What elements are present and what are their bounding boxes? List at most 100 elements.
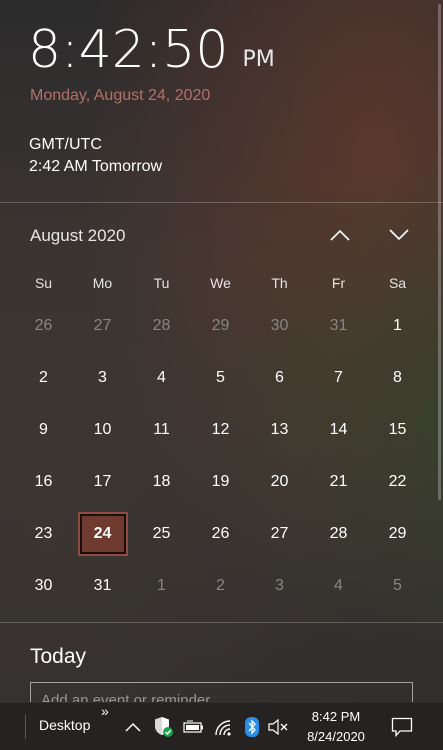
calendar-day[interactable]: 22 — [368, 456, 427, 508]
calendar-day[interactable]: 15 — [368, 404, 427, 456]
calendar-day[interactable]: 3 — [250, 560, 309, 612]
weekday-label: Th — [271, 275, 288, 291]
battery-icon — [183, 720, 203, 733]
calendar-day[interactable]: 30 — [250, 300, 309, 352]
security-tray-button[interactable] — [152, 715, 174, 739]
toolbar-expand-button[interactable]: » — [101, 703, 109, 719]
calendar-day-number: 5 — [393, 577, 402, 594]
calendar-day[interactable]: 23 — [14, 508, 73, 560]
taskbar-clock[interactable]: 8:42 PM 8/24/2020 — [296, 707, 376, 747]
divider — [0, 622, 443, 623]
calendar-day[interactable]: 25 — [132, 508, 191, 560]
calendar-day[interactable]: 20 — [250, 456, 309, 508]
calendar-day[interactable]: 31 — [309, 300, 368, 352]
calendar-day[interactable]: 1 — [368, 300, 427, 352]
calendar-day-number: 23 — [34, 525, 53, 542]
calendar-day[interactable]: 6 — [250, 352, 309, 404]
agenda-heading: Today — [30, 645, 87, 668]
previous-month-button[interactable] — [323, 220, 357, 250]
calendar-grid: Su Mo Tu We Th Fr Sa 26 27 28 29 30 31 1 2 3 4 5 6 7 8 9 10 11… — [14, 266, 428, 612]
calendar-day-today[interactable]: 24 — [73, 508, 132, 560]
calendar-day[interactable]: 29 — [368, 508, 427, 560]
calendar-week-row: 23 24 25 26 27 28 29 — [14, 508, 428, 560]
calendar-day[interactable]: 27 — [250, 508, 309, 560]
calendar-day[interactable]: 3 — [73, 352, 132, 404]
calendar-day[interactable]: 28 — [132, 300, 191, 352]
calendar-day[interactable]: 12 — [191, 404, 250, 456]
month-title[interactable]: August 2020 — [30, 226, 125, 246]
calendar-day[interactable]: 28 — [309, 508, 368, 560]
calendar-week-row: 30 31 1 2 3 4 5 — [14, 560, 428, 612]
weekday-label: Fr — [331, 275, 346, 291]
calendar-day[interactable]: 10 — [73, 404, 132, 456]
weekday-label: Su — [34, 275, 53, 291]
calendar-day[interactable]: 14 — [309, 404, 368, 456]
calendar-day-number: 20 — [270, 473, 289, 490]
calendar-day[interactable]: 8 — [368, 352, 427, 404]
calendar-day[interactable]: 21 — [309, 456, 368, 508]
calendar-day-number: 1 — [393, 317, 402, 334]
calendar-day[interactable]: 5 — [368, 560, 427, 612]
clock-ampm: PM — [242, 47, 275, 72]
weekday-label: Sa — [388, 275, 407, 291]
calendar-day-number: 3 — [98, 369, 107, 386]
calendar-day-number: 11 — [153, 421, 170, 438]
calendar-day-number: 10 — [93, 421, 112, 438]
calendar-day-number: 31 — [329, 317, 348, 334]
network-tray-button[interactable] — [212, 715, 234, 739]
additional-clock-time: 2:42 AM Tomorrow — [29, 158, 163, 175]
calendar-day[interactable]: 31 — [73, 560, 132, 612]
wifi-icon — [215, 720, 231, 736]
desktop-toolbar-label[interactable]: Desktop — [39, 717, 90, 733]
calendar-day[interactable]: 18 — [132, 456, 191, 508]
calendar-day[interactable]: 4 — [132, 352, 191, 404]
current-date-link[interactable]: Monday, August 24, 2020 — [30, 87, 210, 105]
calendar-day-number: 7 — [334, 369, 343, 386]
battery-tray-button[interactable] — [181, 715, 207, 739]
calendar-day[interactable]: 17 — [73, 456, 132, 508]
weekday-header: Su Mo Tu We Th Fr Sa — [14, 266, 428, 300]
calendar-day[interactable]: 26 — [14, 300, 73, 352]
calendar-day-number: 28 — [329, 525, 348, 542]
next-month-button[interactable] — [382, 220, 416, 250]
calendar-day[interactable]: 4 — [309, 560, 368, 612]
calendar-day[interactable]: 11 — [132, 404, 191, 456]
calendar-day[interactable]: 26 — [191, 508, 250, 560]
security-shield-icon — [155, 717, 173, 737]
calendar-day[interactable]: 19 — [191, 456, 250, 508]
calendar-day-number: 26 — [211, 525, 230, 542]
calendar-day[interactable]: 29 — [191, 300, 250, 352]
add-event-input[interactable] — [30, 682, 413, 702]
taskbar-time: 8:42 PM — [311, 709, 361, 724]
volume-tray-button[interactable] — [267, 715, 291, 739]
calendar-day[interactable]: 9 — [14, 404, 73, 456]
calendar-day[interactable]: 2 — [191, 560, 250, 612]
calendar-day[interactable]: 13 — [250, 404, 309, 456]
divider — [0, 202, 443, 203]
calendar-day-number: 31 — [93, 577, 112, 594]
calendar-day-number: 13 — [270, 421, 289, 438]
calendar-day[interactable]: 16 — [14, 456, 73, 508]
calendar-day-number: 2 — [39, 369, 48, 386]
calendar-day-number: 30 — [270, 317, 289, 334]
scrollbar[interactable] — [438, 4, 441, 500]
show-hidden-icons-button[interactable] — [123, 715, 143, 739]
calendar-day[interactable]: 2 — [14, 352, 73, 404]
calendar-day[interactable]: 5 — [191, 352, 250, 404]
calendar-day[interactable]: 27 — [73, 300, 132, 352]
calendar-day[interactable]: 1 — [132, 560, 191, 612]
bluetooth-tray-button[interactable] — [243, 715, 261, 739]
calendar-day-number: 30 — [34, 577, 53, 594]
calendar-day[interactable]: 7 — [309, 352, 368, 404]
calendar-day-number: 26 — [34, 317, 53, 334]
calendar-weeks: 26 27 28 29 30 31 1 2 3 4 5 6 7 8 9 10 11 12 13 14 15 16 17 18 1… — [14, 300, 428, 612]
volume-muted-icon — [268, 719, 288, 735]
taskbar-date: 8/24/2020 — [307, 729, 365, 744]
action-center-icon — [391, 717, 413, 737]
calendar-day-number: 25 — [152, 525, 171, 542]
calendar-day[interactable]: 30 — [14, 560, 73, 612]
chevron-up-icon — [125, 722, 141, 732]
calendar-day-number: 9 — [39, 421, 48, 438]
weekday-label: We — [210, 275, 231, 291]
action-center-button[interactable] — [390, 715, 414, 739]
